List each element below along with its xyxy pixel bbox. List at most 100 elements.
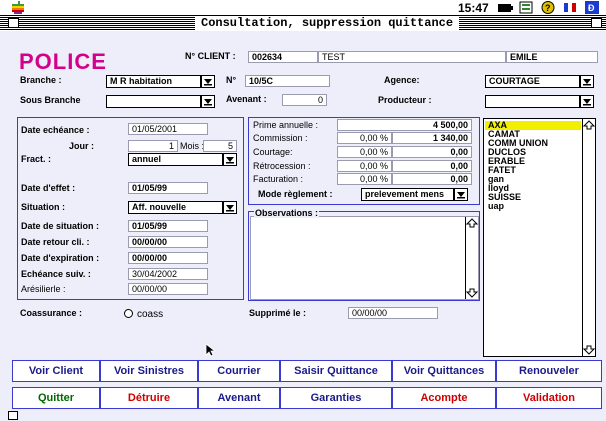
courtage-value-field[interactable]: 0,00 xyxy=(392,146,472,158)
commission-label: Commission : xyxy=(253,133,308,143)
retrocession-pct-field[interactable]: 0,00 % xyxy=(337,160,392,172)
sous-branche-select[interactable] xyxy=(106,95,201,108)
agence-select[interactable]: COURTAGE xyxy=(485,75,580,88)
client-firstname-field[interactable]: EMILE xyxy=(506,51,598,63)
prime-field[interactable]: 4 500,00 xyxy=(337,119,472,131)
mode-reglement-label: Mode règlement : xyxy=(258,189,333,199)
producteur-dropdown-button[interactable] xyxy=(580,95,594,108)
producteur-select[interactable] xyxy=(485,95,580,108)
saisir-quittance-button[interactable]: Saisir Quittance xyxy=(280,360,392,382)
supprime-label: Supprimé le : xyxy=(249,308,307,318)
facturation-pct-field[interactable]: 0,00 % xyxy=(337,173,392,185)
help-icon[interactable]: ? xyxy=(540,1,556,14)
retrocession-value-field[interactable]: 0,00 xyxy=(392,160,472,172)
detruire-button[interactable]: Détruire xyxy=(100,387,198,409)
chevron-down-icon xyxy=(583,79,591,86)
supprime-field[interactable]: 00/00/00 xyxy=(348,307,438,319)
echeance-suiv-label: Echéance suiv. : xyxy=(21,269,91,279)
echeance-field[interactable]: 01/05/2001 xyxy=(128,123,208,135)
echeance-suiv-field[interactable]: 30/04/2002 xyxy=(128,268,208,280)
branche-dropdown-button[interactable] xyxy=(201,75,215,88)
fract-dropdown-button[interactable] xyxy=(223,153,237,166)
mois-field[interactable]: 5 xyxy=(203,140,237,152)
effet-label: Date d'effet : xyxy=(21,183,76,193)
keyboard-icon[interactable] xyxy=(518,1,534,14)
acompte-button[interactable]: Acompte xyxy=(392,387,496,409)
coass-radio[interactable] xyxy=(124,309,133,318)
expiration-label: Date d'expiration : xyxy=(21,253,100,263)
courrier-button[interactable]: Courrier xyxy=(198,360,280,382)
window-title-bar[interactable]: Consultation, suppression quittance xyxy=(0,16,606,30)
menubar-clock: 15:47 xyxy=(458,1,489,15)
window-resize-box[interactable] xyxy=(8,411,18,420)
situation-dropdown-button[interactable] xyxy=(223,201,237,214)
policy-number-label: N° xyxy=(226,75,237,85)
retrocession-label: Rétrocession : xyxy=(253,161,311,171)
insurer-list-scrollbar[interactable] xyxy=(582,119,595,356)
observations-textarea[interactable] xyxy=(250,216,479,300)
jour-field[interactable]: 1 xyxy=(128,140,178,152)
commission-value-field[interactable]: 1 340,00 xyxy=(392,132,472,144)
courtage-pct-field[interactable]: 0,00 % xyxy=(337,146,392,158)
observations-scrollbar[interactable] xyxy=(465,217,478,299)
quitter-button[interactable]: Quitter xyxy=(12,387,100,409)
mois-label: Mois : xyxy=(180,141,205,151)
effet-field[interactable]: 01/05/99 xyxy=(128,182,208,194)
facturation-value-field[interactable]: 0,00 xyxy=(392,173,472,185)
app-menu-icon[interactable]: Ð xyxy=(584,1,600,14)
policy-number-field[interactable]: 10/5C xyxy=(245,75,330,87)
commission-pct-field[interactable]: 0,00 % xyxy=(337,132,392,144)
apple-icon[interactable] xyxy=(12,1,24,14)
fract-select[interactable]: annuel xyxy=(128,153,223,166)
avenant-label: Avenant : xyxy=(226,94,267,104)
situation-label: Situation : xyxy=(21,202,65,212)
resilie-label: Arésilierle : xyxy=(21,284,66,294)
sous-branche-dropdown-button[interactable] xyxy=(201,95,215,108)
resilie-field[interactable]: 00/00/00 xyxy=(128,283,208,295)
date-situation-field[interactable]: 01/05/99 xyxy=(128,220,208,232)
app-label: POLICE xyxy=(19,49,107,74)
facturation-label: Facturation : xyxy=(253,174,304,184)
avenant-button[interactable]: Avenant xyxy=(198,387,280,409)
expiration-field[interactable]: 00/00/00 xyxy=(128,252,208,264)
avenant-field[interactable]: 0 xyxy=(282,94,327,106)
french-flag-icon[interactable] xyxy=(562,1,578,14)
close-box[interactable] xyxy=(8,18,19,28)
insurer-list-items: AXA CAMAT COMM UNION DUCLOS ERABLE FATET gan ll… xyxy=(485,121,581,211)
insurer-list[interactable]: AXA CAMAT COMM UNION DUCLOS ERABLE FATET gan ll… xyxy=(483,118,596,357)
scroll-down-icon[interactable] xyxy=(583,344,595,356)
agence-dropdown-button[interactable] xyxy=(580,75,594,88)
coass-radio-label: coass xyxy=(137,309,164,320)
garanties-button[interactable]: Garanties xyxy=(280,387,392,409)
mode-reglement-dropdown-button[interactable] xyxy=(454,188,468,201)
client-number-field[interactable]: 002634 xyxy=(248,51,318,63)
chevron-down-icon xyxy=(226,205,234,212)
coassurance-label: Coassurance : xyxy=(20,308,83,318)
voir-client-button[interactable]: Voir Client xyxy=(12,360,100,382)
retour-field[interactable]: 00/00/00 xyxy=(128,236,208,248)
renouveler-button[interactable]: Renouveler xyxy=(496,360,602,382)
chevron-down-icon xyxy=(583,99,591,106)
insurer-list-item[interactable]: uap xyxy=(485,202,581,211)
validation-button[interactable]: Validation xyxy=(496,387,602,409)
scroll-down-icon[interactable] xyxy=(466,287,478,299)
situation-select[interactable]: Aff. nouvelle xyxy=(128,201,223,214)
menu-bar: 15:47 ? Ð xyxy=(0,0,606,16)
jour-label: Jour : xyxy=(69,141,95,151)
branche-select[interactable]: M R habitation xyxy=(106,75,201,88)
svg-text:?: ? xyxy=(545,3,551,13)
voir-quittances-button[interactable]: Voir Quittances xyxy=(392,360,496,382)
voir-sinistres-button[interactable]: Voir Sinistres xyxy=(100,360,198,382)
scroll-up-icon[interactable] xyxy=(583,119,595,131)
svg-text:Ð: Ð xyxy=(588,3,595,13)
mode-reglement-select[interactable]: prelevement mens xyxy=(361,188,454,201)
retour-label: Date retour cli. : xyxy=(21,237,90,247)
client-name-field[interactable]: TEST xyxy=(318,51,506,63)
date-situation-label: Date de situation : xyxy=(21,221,100,231)
battery-icon[interactable] xyxy=(498,1,514,14)
scroll-up-icon[interactable] xyxy=(466,217,478,229)
branche-label: Branche : xyxy=(20,75,62,85)
main-form: POLICE N° CLIENT : 002634 TEST EMILE Bra… xyxy=(0,31,606,421)
producteur-label: Producteur : xyxy=(378,95,432,105)
zoom-box[interactable] xyxy=(591,18,602,28)
